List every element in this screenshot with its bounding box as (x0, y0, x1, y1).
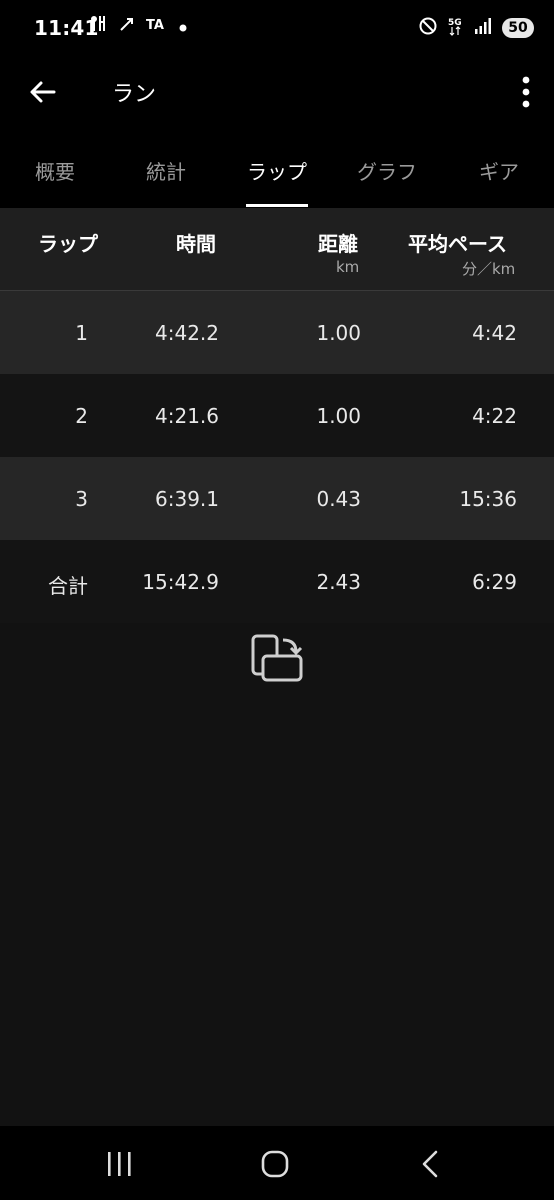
tab-gear[interactable]: ギア (444, 156, 554, 185)
status-right-icons: 5G 50 (418, 14, 534, 42)
status-bar: 11:41 TA 5G 50 (0, 0, 554, 58)
5g-icon: 5G (448, 15, 464, 41)
laps-table-header: ラップ 時間 距離 km 平均ペース 分／km (0, 208, 554, 291)
lap-number: 3 (75, 487, 88, 511)
lap-time: 6:39.1 (155, 487, 219, 511)
header-distance-unit: km (336, 258, 360, 276)
rotate-screen-button[interactable] (250, 632, 306, 684)
table-row[interactable]: 1 4:42.2 1.00 4:42 (0, 291, 554, 374)
call-icon (118, 14, 136, 42)
lap-time: 4:42.2 (155, 321, 219, 345)
page-title: ラン (112, 82, 157, 107)
more-vertical-icon (522, 76, 530, 108)
app-icon: TA (146, 14, 168, 42)
header-pace-unit: 分／km (462, 260, 516, 278)
dot-icon (178, 14, 188, 42)
signal-icon (474, 17, 492, 39)
status-left-icons: TA (88, 14, 188, 42)
lap-pace: 4:42 (472, 321, 517, 345)
lap-distance: 1.00 (316, 321, 361, 345)
total-time: 15:42.9 (142, 570, 219, 594)
home-button[interactable] (255, 1148, 295, 1180)
app-bar: ラン (0, 58, 554, 130)
more-options-button[interactable] (520, 72, 532, 112)
recent-apps-icon (108, 1152, 131, 1176)
total-label: 合計 (48, 574, 88, 598)
table-row[interactable]: 2 4:21.6 1.00 4:22 (0, 374, 554, 457)
lap-number: 2 (75, 404, 88, 428)
arrow-left-icon (30, 81, 56, 103)
recent-apps-button[interactable] (100, 1148, 140, 1180)
home-icon (261, 1150, 289, 1178)
table-row-total: 合計 15:42.9 2.43 6:29 (0, 540, 554, 623)
total-pace: 6:29 (472, 570, 517, 594)
total-distance: 2.43 (316, 570, 361, 594)
lap-distance: 1.00 (316, 404, 361, 428)
battery-indicator: 50 (502, 18, 534, 38)
lap-time: 4:21.6 (155, 404, 219, 428)
tab-laps[interactable]: ラップ (222, 156, 332, 185)
lap-pace: 4:22 (472, 404, 517, 428)
svg-text:TA: TA (146, 18, 164, 33)
tab-stats[interactable]: 統計 (111, 156, 221, 185)
back-button[interactable] (26, 74, 62, 110)
header-time: 時間 (176, 232, 216, 256)
header-distance: 距離 (318, 232, 358, 256)
active-tab-indicator (246, 204, 308, 207)
dnd-icon (418, 16, 438, 40)
table-row[interactable]: 3 6:39.1 0.43 15:36 (0, 457, 554, 540)
lap-distance: 0.43 (316, 487, 361, 511)
svg-text:5G: 5G (448, 18, 462, 28)
lap-number: 1 (75, 321, 88, 345)
tab-bar: 概要 統計 ラップ グラフ ギア (0, 130, 554, 208)
tab-overview[interactable]: 概要 (0, 156, 110, 185)
notification-icon (88, 14, 108, 43)
system-nav-bar (0, 1126, 554, 1200)
tab-graph[interactable]: グラフ (332, 156, 442, 185)
lap-pace: 15:36 (459, 487, 517, 511)
back-nav-button[interactable] (410, 1148, 450, 1180)
header-pace: 平均ペース (408, 232, 507, 256)
chevron-left-icon (422, 1150, 438, 1178)
rotate-screen-icon (251, 634, 303, 682)
header-lap: ラップ (38, 232, 98, 256)
